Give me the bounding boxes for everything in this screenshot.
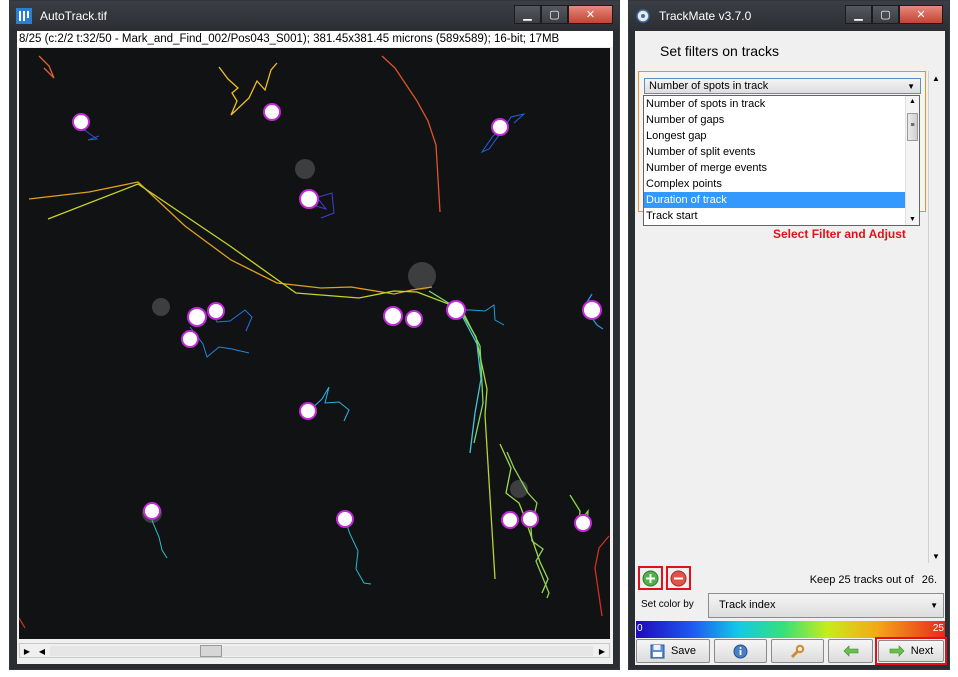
next-button[interactable]: Next [878, 640, 944, 662]
trackmate-body: Set filters on tracks ▲ ▼ Number of spot… [635, 31, 947, 665]
image-window: AutoTrack.tif ▁ ▢ ✕ 8/25 (c:2/2 t:32/50 … [9, 0, 620, 670]
trackmate-window: TrackMate v3.7.0 ▁ ▢ ✕ Set filters on tr… [628, 0, 950, 670]
keep-tracks-total: 26. [921, 574, 937, 586]
save-label: Save [670, 645, 697, 657]
image-window-body: 8/25 (c:2/2 t:32/50 - Mark_and_Find_002/… [17, 31, 613, 664]
frame-scrollbar[interactable]: ▶ ◀ ▶ [19, 643, 610, 658]
lut-max-label: 25 [932, 623, 944, 634]
scroll-up-icon[interactable]: ▲ [909, 98, 916, 105]
trackmate-icon [636, 9, 650, 23]
save-icon [650, 644, 665, 658]
next-label: Next [910, 645, 934, 657]
save-button[interactable]: Save [636, 639, 710, 663]
remove-filter-button[interactable] [670, 570, 687, 587]
dropdown-scroll-thumb[interactable]: ≡ [907, 113, 918, 141]
dropdown-option[interactable]: Number of merge events [644, 160, 905, 176]
color-by-combo[interactable]: Track index ▼ [708, 593, 944, 618]
trackmate-title: TrackMate v3.7.0 [659, 9, 752, 23]
close-icon[interactable]: ✕ [568, 5, 613, 24]
keep-tracks-text: Keep 25 tracks out of [809, 574, 914, 586]
image-canvas[interactable] [18, 48, 610, 639]
annotation-text: Select Filter and Adjust [773, 227, 906, 241]
play-icon[interactable]: ▶ [20, 644, 34, 659]
image-info-line: 8/25 (c:2/2 t:32/50 - Mark_and_Find_002/… [17, 31, 613, 47]
dropdown-option[interactable]: Number of split events [644, 144, 905, 160]
back-button[interactable] [828, 639, 873, 663]
color-lut-bar: 0 25 [636, 621, 945, 638]
scroll-down-icon[interactable]: ▼ [909, 216, 916, 223]
panel-heading: Set filters on tracks [660, 43, 780, 59]
back-arrow-icon [843, 645, 858, 657]
image-window-title: AutoTrack.tif [40, 9, 107, 23]
dropdown-option[interactable]: Longest gap [644, 128, 905, 144]
add-filter-button[interactable] [642, 570, 659, 587]
chevron-down-icon: ▼ [907, 82, 915, 91]
fiji-icon [16, 8, 32, 24]
next-arrow-icon [889, 645, 905, 657]
filter-feature-combo[interactable]: Number of spots in track ▼ [644, 78, 921, 94]
trackmate-titlebar[interactable]: TrackMate v3.7.0 ▁ ▢ ✕ [629, 1, 949, 31]
info-icon [733, 644, 748, 658]
remove-filter-icon [670, 570, 687, 587]
filter-combo-value: Number of spots in track [649, 80, 769, 92]
track-overlay [18, 55, 610, 629]
image-window-titlebar[interactable]: AutoTrack.tif ▁ ▢ ✕ [10, 1, 619, 31]
color-by-label: Set color by [641, 599, 694, 610]
minimize-icon[interactable]: ▁ [514, 5, 541, 24]
dropdown-option-selected[interactable]: Duration of track [644, 192, 905, 208]
lut-min-label: 0 [637, 623, 643, 634]
scroll-down-icon[interactable]: ▼ [932, 552, 940, 561]
minimize-icon[interactable]: ▁ [845, 5, 872, 24]
maximize-icon[interactable]: ▢ [872, 5, 899, 24]
scroll-track[interactable] [50, 646, 593, 656]
color-by-value: Track index [719, 599, 776, 611]
filter-dropdown-list[interactable]: Number of spots in track Number of gaps … [643, 95, 920, 226]
filter-scrollbar[interactable]: ▲ ▼ [928, 71, 942, 563]
keep-tracks-status: Keep 25 tracks out of 26. [810, 574, 937, 586]
maximize-icon[interactable]: ▢ [541, 5, 568, 24]
scroll-up-icon[interactable]: ▲ [932, 74, 940, 83]
settings-button[interactable] [771, 639, 824, 663]
dropdown-option[interactable]: Complex points [644, 176, 905, 192]
wrench-icon [790, 644, 805, 658]
chevron-down-icon: ▼ [930, 601, 938, 610]
dropdown-option[interactable]: Number of spots in track [644, 96, 905, 112]
scroll-thumb[interactable] [200, 645, 222, 657]
scroll-left-icon[interactable]: ◀ [35, 644, 49, 659]
scroll-right-icon[interactable]: ▶ [595, 644, 609, 659]
close-icon[interactable]: ✕ [899, 5, 943, 24]
dropdown-option[interactable]: Track start [644, 208, 905, 224]
dropdown-scrollbar[interactable]: ▲ ≡ ▼ [905, 96, 919, 225]
dropdown-option[interactable]: Number of gaps [644, 112, 905, 128]
info-button[interactable] [714, 639, 767, 663]
add-filter-icon [642, 570, 659, 587]
